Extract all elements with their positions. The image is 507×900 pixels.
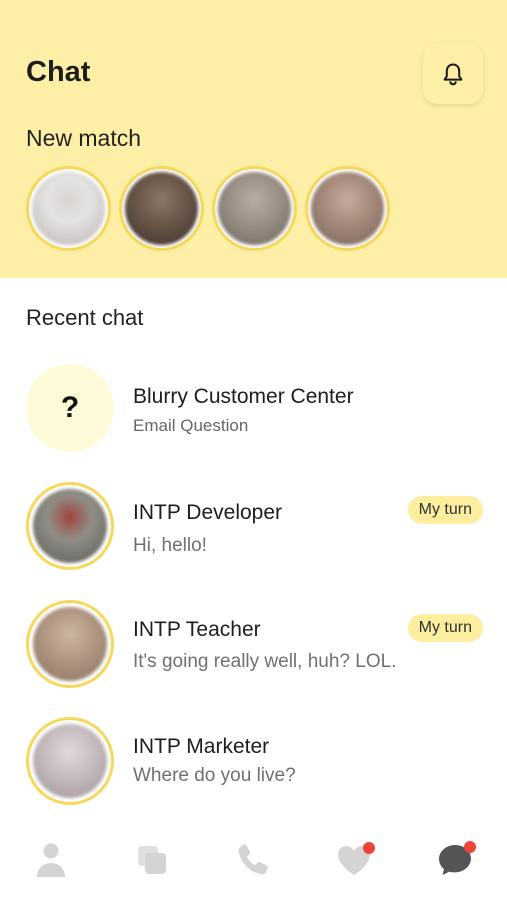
chat-row-intp-marketer[interactable]: INTP Marketer Where do you live? [26, 717, 486, 807]
recent-chat-label: Recent chat [26, 305, 144, 330]
chat-row-customer-center[interactable]: ? Blurry Customer Center Email Question [26, 364, 486, 454]
avatar [26, 600, 114, 688]
notification-dot [464, 841, 476, 853]
bell-icon [443, 63, 463, 86]
person-icon [37, 843, 65, 877]
chat-name: INTP Teacher [133, 618, 261, 641]
page-title: Chat [26, 56, 91, 88]
tab-likes[interactable] [334, 838, 375, 882]
new-match-label: New match [26, 125, 142, 151]
chat-name: Blurry Customer Center [133, 385, 354, 408]
chat-subtitle: Email Question [133, 416, 249, 435]
chat-last-message: It's going really well, huh? LOL. [133, 651, 397, 672]
notification-dot [363, 842, 375, 854]
bottom-tab-bar [0, 820, 507, 900]
new-match-avatar[interactable] [212, 166, 297, 251]
tab-call[interactable] [233, 838, 273, 882]
chat-last-message: Where do you live? [133, 765, 296, 786]
chat-name: INTP Marketer [133, 735, 270, 758]
tab-cards[interactable] [132, 838, 172, 882]
question-icon: ? [26, 364, 114, 452]
new-match-avatar[interactable] [26, 166, 111, 251]
chat-row-intp-teacher[interactable]: INTP Teacher It's going really well, huh… [26, 600, 486, 690]
cards-icon [138, 846, 166, 874]
tab-profile[interactable] [31, 838, 71, 882]
new-match-list [26, 166, 390, 251]
phone-icon [238, 844, 268, 875]
chat-row-intp-developer[interactable]: INTP Developer Hi, hello! My turn [26, 482, 486, 572]
chat-name: INTP Developer [133, 501, 283, 524]
header-section: Chat New match [0, 0, 507, 278]
tab-chat[interactable] [435, 838, 476, 882]
my-turn-badge: My turn [407, 614, 483, 642]
avatar [26, 717, 114, 805]
notifications-button[interactable] [423, 44, 483, 104]
new-match-avatar[interactable] [119, 166, 204, 251]
my-turn-badge: My turn [407, 496, 483, 524]
new-match-avatar[interactable] [305, 166, 390, 251]
avatar [26, 482, 114, 570]
chat-last-message: Hi, hello! [133, 535, 207, 556]
